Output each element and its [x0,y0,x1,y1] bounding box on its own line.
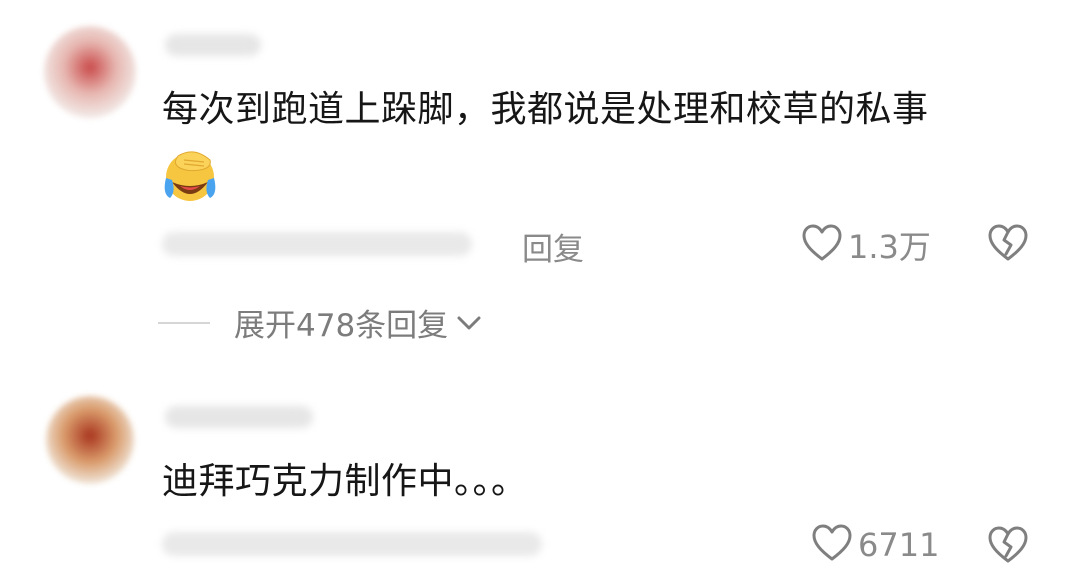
expand-replies-label: 展开478条回复 [234,308,449,344]
comment-text: 迪拜巧克力制作中。。。 [162,461,528,502]
broken-heart-icon [988,224,1028,266]
comment-item: 每次到跑道上跺脚，我都说是处理和校草的私事 回复 1.3万 [0,0,1080,300]
dislike-button[interactable] [988,526,1028,568]
timestamp-location-blurred [162,532,542,556]
username-blurred[interactable] [165,406,313,428]
avatar[interactable] [44,26,136,118]
timestamp-location-blurred [162,232,472,256]
expand-replies-button[interactable]: 展开478条回复 [158,300,482,345]
comment-text: 每次到跑道上跺脚，我都说是处理和校草的私事 [162,89,929,130]
heart-outline-icon [812,524,852,566]
like-button[interactable]: 1.3万 [802,222,931,268]
like-button[interactable]: 6711 [812,524,939,566]
reply-button[interactable]: 回复 [522,224,584,269]
facepalm-crying-emoji [160,148,220,208]
avatar[interactable] [46,396,134,484]
broken-heart-icon [988,526,1028,568]
comment-item: 迪拜巧克力制作中。。。 6711 [0,380,1080,578]
dislike-button[interactable] [988,224,1028,266]
like-count: 6711 [858,526,940,564]
like-count: 1.3万 [848,228,931,266]
heart-outline-icon [802,224,842,266]
username-blurred[interactable] [165,34,261,56]
divider-line [158,321,210,324]
chevron-down-icon [456,314,482,332]
